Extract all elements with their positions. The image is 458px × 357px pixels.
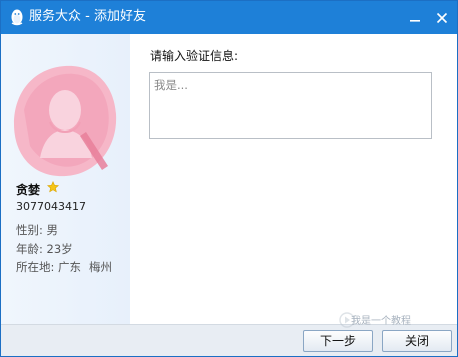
nickname: 贪婪 bbox=[16, 183, 41, 197]
profile-sidebar: 贪婪 3077043417 性别: 男 年龄: 23岁 所在地: 广东 梅州 bbox=[1, 34, 130, 324]
close-icon[interactable] bbox=[433, 9, 451, 27]
window-title: 服务大众 - 添加好友 bbox=[29, 9, 146, 24]
gender-info: 性别: 男 bbox=[16, 223, 59, 237]
qq-number: 3077043417 bbox=[16, 200, 86, 213]
verification-prompt: 请输入验证信息: bbox=[150, 49, 239, 63]
verification-message-input[interactable] bbox=[149, 72, 432, 139]
age-info: 年龄: 23岁 bbox=[16, 242, 73, 256]
penguin-icon bbox=[11, 9, 23, 26]
close-button[interactable]: 关闭 bbox=[382, 330, 452, 352]
location-city: 梅州 bbox=[89, 260, 113, 274]
minimize-icon[interactable] bbox=[406, 9, 424, 27]
add-friend-window: 服务大众 - 添加好友 贪婪 3077043417 性别: 男 年龄: 23岁 … bbox=[0, 0, 458, 357]
next-step-button[interactable]: 下一步 bbox=[303, 330, 373, 352]
star-icon bbox=[47, 181, 59, 193]
location-info: 所在地: 广东 梅州 bbox=[16, 259, 112, 275]
watermark-text: 我是一个教程 bbox=[351, 316, 411, 327]
location-province: 所在地: 广东 bbox=[16, 260, 82, 274]
title-bar[interactable]: 服务大众 - 添加好友 bbox=[1, 1, 457, 34]
avatar[interactable] bbox=[10, 62, 120, 180]
